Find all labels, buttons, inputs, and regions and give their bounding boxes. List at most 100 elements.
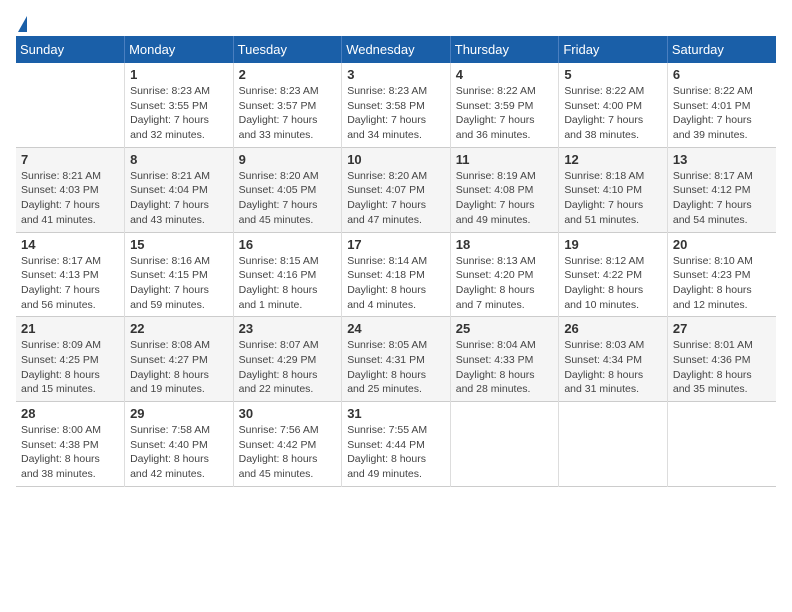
day-number: 19 bbox=[564, 237, 662, 252]
week-row-3: 14 Sunrise: 8:17 AMSunset: 4:13 PMDaylig… bbox=[16, 232, 776, 317]
col-header-tuesday: Tuesday bbox=[233, 36, 342, 63]
day-cell: 8 Sunrise: 8:21 AMSunset: 4:04 PMDayligh… bbox=[125, 147, 234, 232]
cell-content: Sunrise: 8:23 AMSunset: 3:58 PMDaylight:… bbox=[347, 84, 445, 143]
day-number: 8 bbox=[130, 152, 228, 167]
day-number: 5 bbox=[564, 67, 662, 82]
cell-content: Sunrise: 8:14 AMSunset: 4:18 PMDaylight:… bbox=[347, 254, 445, 313]
day-number: 12 bbox=[564, 152, 662, 167]
cell-content: Sunrise: 8:10 AMSunset: 4:23 PMDaylight:… bbox=[673, 254, 771, 313]
cell-content: Sunrise: 8:00 AMSunset: 4:38 PMDaylight:… bbox=[21, 423, 119, 482]
day-number: 29 bbox=[130, 406, 228, 421]
cell-content: Sunrise: 8:09 AMSunset: 4:25 PMDaylight:… bbox=[21, 338, 119, 397]
day-cell: 24 Sunrise: 8:05 AMSunset: 4:31 PMDaylig… bbox=[342, 317, 451, 402]
day-number: 10 bbox=[347, 152, 445, 167]
day-number: 21 bbox=[21, 321, 119, 336]
cell-content: Sunrise: 8:17 AMSunset: 4:13 PMDaylight:… bbox=[21, 254, 119, 313]
day-cell: 31 Sunrise: 7:55 AMSunset: 4:44 PMDaylig… bbox=[342, 402, 451, 487]
day-cell: 16 Sunrise: 8:15 AMSunset: 4:16 PMDaylig… bbox=[233, 232, 342, 317]
day-number: 25 bbox=[456, 321, 554, 336]
day-cell bbox=[450, 402, 559, 487]
day-number: 4 bbox=[456, 67, 554, 82]
week-row-5: 28 Sunrise: 8:00 AMSunset: 4:38 PMDaylig… bbox=[16, 402, 776, 487]
day-number: 1 bbox=[130, 67, 228, 82]
day-cell: 18 Sunrise: 8:13 AMSunset: 4:20 PMDaylig… bbox=[450, 232, 559, 317]
cell-content: Sunrise: 8:16 AMSunset: 4:15 PMDaylight:… bbox=[130, 254, 228, 313]
day-number: 22 bbox=[130, 321, 228, 336]
day-cell: 28 Sunrise: 8:00 AMSunset: 4:38 PMDaylig… bbox=[16, 402, 125, 487]
day-cell: 25 Sunrise: 8:04 AMSunset: 4:33 PMDaylig… bbox=[450, 317, 559, 402]
day-cell: 20 Sunrise: 8:10 AMSunset: 4:23 PMDaylig… bbox=[667, 232, 776, 317]
cell-content: Sunrise: 7:55 AMSunset: 4:44 PMDaylight:… bbox=[347, 423, 445, 482]
cell-content: Sunrise: 8:17 AMSunset: 4:12 PMDaylight:… bbox=[673, 169, 771, 228]
day-cell: 21 Sunrise: 8:09 AMSunset: 4:25 PMDaylig… bbox=[16, 317, 125, 402]
cell-content: Sunrise: 8:13 AMSunset: 4:20 PMDaylight:… bbox=[456, 254, 554, 313]
day-number: 6 bbox=[673, 67, 771, 82]
day-number: 17 bbox=[347, 237, 445, 252]
day-number: 2 bbox=[239, 67, 337, 82]
cell-content: Sunrise: 8:04 AMSunset: 4:33 PMDaylight:… bbox=[456, 338, 554, 397]
cell-content: Sunrise: 8:22 AMSunset: 3:59 PMDaylight:… bbox=[456, 84, 554, 143]
col-header-friday: Friday bbox=[559, 36, 668, 63]
day-cell: 1 Sunrise: 8:23 AMSunset: 3:55 PMDayligh… bbox=[125, 63, 234, 147]
week-row-1: 1 Sunrise: 8:23 AMSunset: 3:55 PMDayligh… bbox=[16, 63, 776, 147]
day-cell: 2 Sunrise: 8:23 AMSunset: 3:57 PMDayligh… bbox=[233, 63, 342, 147]
cell-content: Sunrise: 7:56 AMSunset: 4:42 PMDaylight:… bbox=[239, 423, 337, 482]
cell-content: Sunrise: 8:21 AMSunset: 4:04 PMDaylight:… bbox=[130, 169, 228, 228]
day-cell: 10 Sunrise: 8:20 AMSunset: 4:07 PMDaylig… bbox=[342, 147, 451, 232]
day-number: 20 bbox=[673, 237, 771, 252]
cell-content: Sunrise: 8:15 AMSunset: 4:16 PMDaylight:… bbox=[239, 254, 337, 313]
col-header-saturday: Saturday bbox=[667, 36, 776, 63]
col-header-monday: Monday bbox=[125, 36, 234, 63]
day-cell: 22 Sunrise: 8:08 AMSunset: 4:27 PMDaylig… bbox=[125, 317, 234, 402]
day-cell: 11 Sunrise: 8:19 AMSunset: 4:08 PMDaylig… bbox=[450, 147, 559, 232]
day-number: 7 bbox=[21, 152, 119, 167]
day-number: 13 bbox=[673, 152, 771, 167]
cell-content: Sunrise: 8:22 AMSunset: 4:01 PMDaylight:… bbox=[673, 84, 771, 143]
logo bbox=[16, 16, 28, 28]
day-number: 31 bbox=[347, 406, 445, 421]
cell-content: Sunrise: 7:58 AMSunset: 4:40 PMDaylight:… bbox=[130, 423, 228, 482]
day-cell: 12 Sunrise: 8:18 AMSunset: 4:10 PMDaylig… bbox=[559, 147, 668, 232]
cell-content: Sunrise: 8:20 AMSunset: 4:07 PMDaylight:… bbox=[347, 169, 445, 228]
day-cell: 4 Sunrise: 8:22 AMSunset: 3:59 PMDayligh… bbox=[450, 63, 559, 147]
day-cell: 15 Sunrise: 8:16 AMSunset: 4:15 PMDaylig… bbox=[125, 232, 234, 317]
day-cell bbox=[667, 402, 776, 487]
day-cell: 29 Sunrise: 7:58 AMSunset: 4:40 PMDaylig… bbox=[125, 402, 234, 487]
cell-content: Sunrise: 8:23 AMSunset: 3:57 PMDaylight:… bbox=[239, 84, 337, 143]
day-cell: 6 Sunrise: 8:22 AMSunset: 4:01 PMDayligh… bbox=[667, 63, 776, 147]
day-cell bbox=[16, 63, 125, 147]
cell-content: Sunrise: 8:03 AMSunset: 4:34 PMDaylight:… bbox=[564, 338, 662, 397]
day-cell: 19 Sunrise: 8:12 AMSunset: 4:22 PMDaylig… bbox=[559, 232, 668, 317]
cell-content: Sunrise: 8:22 AMSunset: 4:00 PMDaylight:… bbox=[564, 84, 662, 143]
day-number: 23 bbox=[239, 321, 337, 336]
day-cell: 5 Sunrise: 8:22 AMSunset: 4:00 PMDayligh… bbox=[559, 63, 668, 147]
cell-content: Sunrise: 8:20 AMSunset: 4:05 PMDaylight:… bbox=[239, 169, 337, 228]
day-number: 18 bbox=[456, 237, 554, 252]
cell-content: Sunrise: 8:08 AMSunset: 4:27 PMDaylight:… bbox=[130, 338, 228, 397]
day-number: 26 bbox=[564, 321, 662, 336]
day-cell: 13 Sunrise: 8:17 AMSunset: 4:12 PMDaylig… bbox=[667, 147, 776, 232]
day-number: 14 bbox=[21, 237, 119, 252]
cell-content: Sunrise: 8:23 AMSunset: 3:55 PMDaylight:… bbox=[130, 84, 228, 143]
calendar-table: SundayMondayTuesdayWednesdayThursdayFrid… bbox=[16, 36, 776, 487]
day-number: 11 bbox=[456, 152, 554, 167]
page-header bbox=[16, 16, 776, 28]
week-row-2: 7 Sunrise: 8:21 AMSunset: 4:03 PMDayligh… bbox=[16, 147, 776, 232]
day-cell: 7 Sunrise: 8:21 AMSunset: 4:03 PMDayligh… bbox=[16, 147, 125, 232]
col-header-wednesday: Wednesday bbox=[342, 36, 451, 63]
day-cell: 27 Sunrise: 8:01 AMSunset: 4:36 PMDaylig… bbox=[667, 317, 776, 402]
day-number: 24 bbox=[347, 321, 445, 336]
cell-content: Sunrise: 8:18 AMSunset: 4:10 PMDaylight:… bbox=[564, 169, 662, 228]
day-number: 27 bbox=[673, 321, 771, 336]
day-number: 3 bbox=[347, 67, 445, 82]
day-cell: 23 Sunrise: 8:07 AMSunset: 4:29 PMDaylig… bbox=[233, 317, 342, 402]
day-number: 15 bbox=[130, 237, 228, 252]
day-number: 9 bbox=[239, 152, 337, 167]
day-cell bbox=[559, 402, 668, 487]
cell-content: Sunrise: 8:19 AMSunset: 4:08 PMDaylight:… bbox=[456, 169, 554, 228]
cell-content: Sunrise: 8:07 AMSunset: 4:29 PMDaylight:… bbox=[239, 338, 337, 397]
cell-content: Sunrise: 8:05 AMSunset: 4:31 PMDaylight:… bbox=[347, 338, 445, 397]
day-cell: 3 Sunrise: 8:23 AMSunset: 3:58 PMDayligh… bbox=[342, 63, 451, 147]
cell-content: Sunrise: 8:01 AMSunset: 4:36 PMDaylight:… bbox=[673, 338, 771, 397]
week-row-4: 21 Sunrise: 8:09 AMSunset: 4:25 PMDaylig… bbox=[16, 317, 776, 402]
